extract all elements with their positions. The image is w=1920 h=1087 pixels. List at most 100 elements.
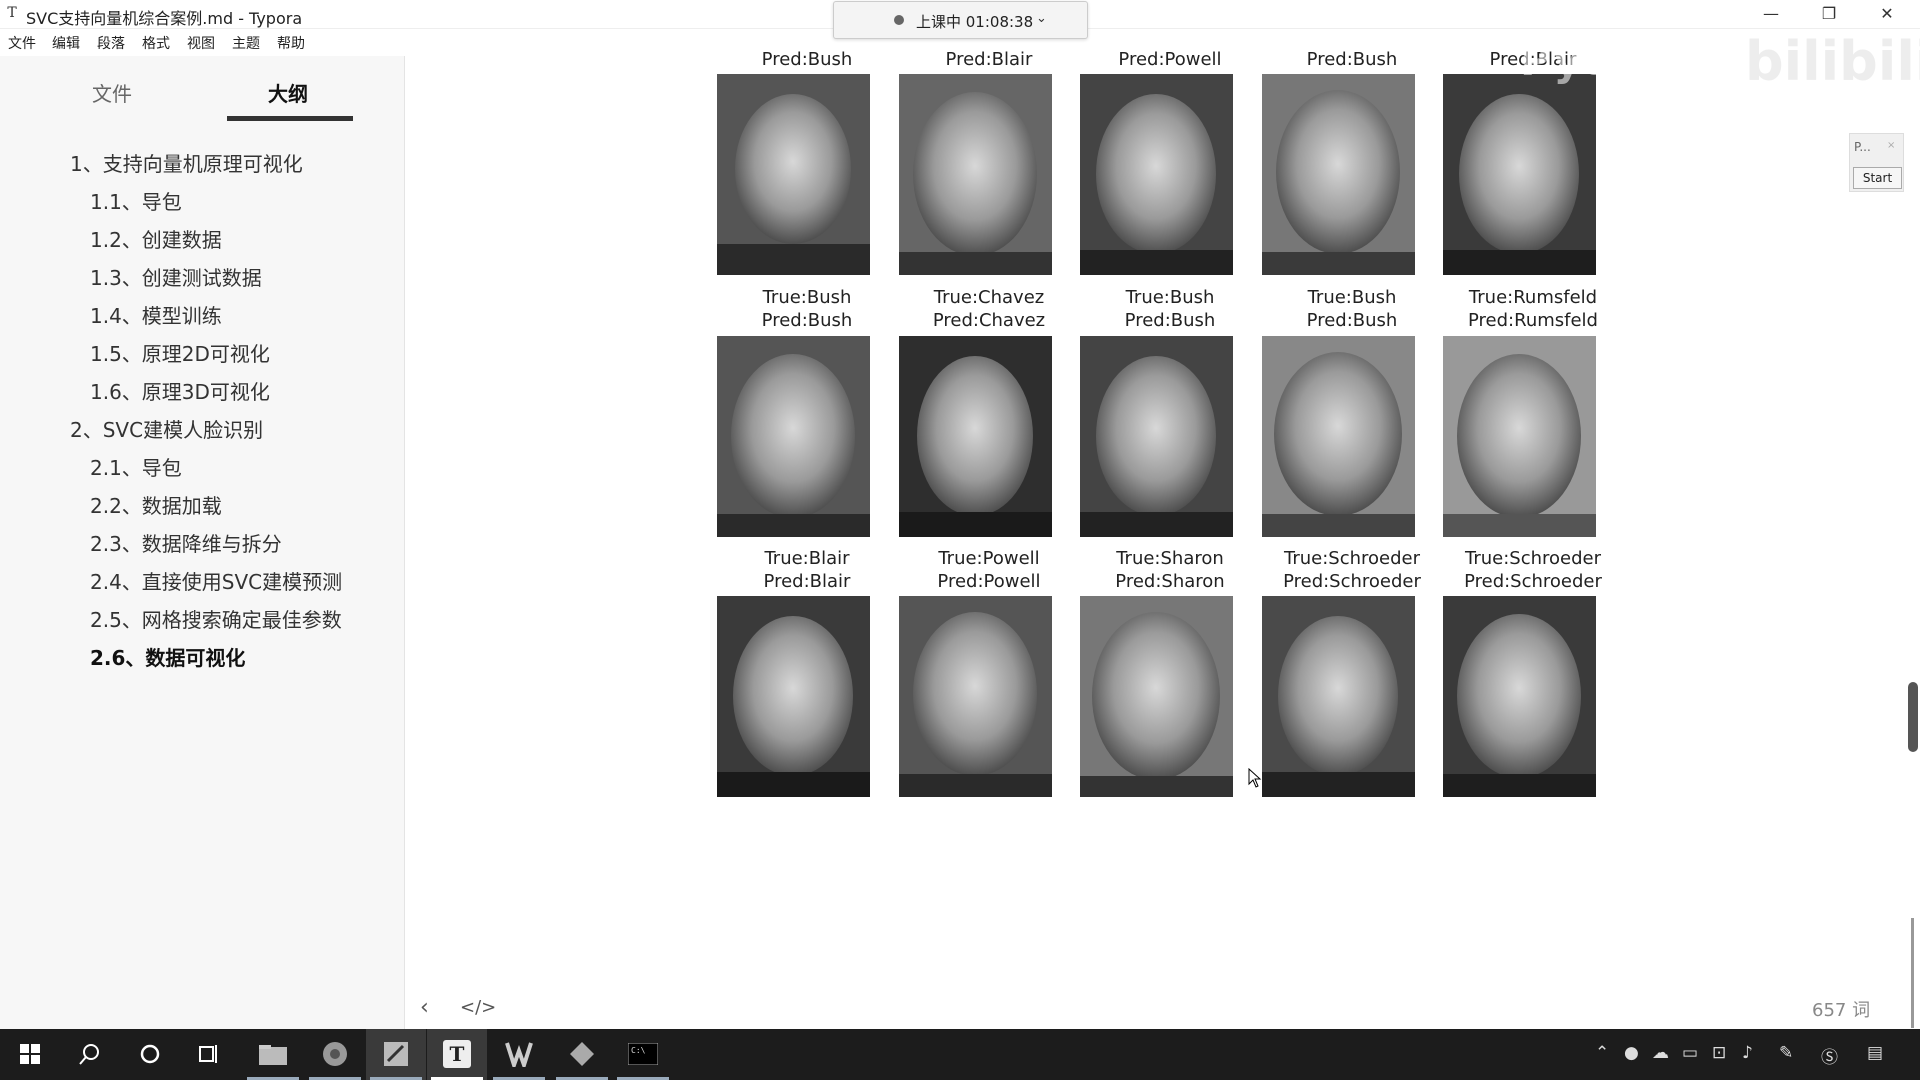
face-label: Pred:Bush — [1306, 49, 1398, 70]
watermark-text: Pyth — [1520, 36, 1637, 85]
recording-status-text: 上课中 01:08:38 — [916, 13, 1034, 31]
face-label: True:Bush Pred:Bush — [761, 287, 853, 331]
face-image — [1080, 596, 1233, 797]
network-icon[interactable]: ⊡ — [1712, 1043, 1726, 1063]
recording-status-pill[interactable]: 上课中 01:08:38 ⌄ — [833, 1, 1088, 39]
tab-files[interactable]: 文件 — [92, 78, 132, 107]
scrollbar-thumb[interactable] — [1908, 682, 1918, 752]
start-button[interactable]: Start — [1853, 167, 1902, 189]
tray-app-icon[interactable]: ● — [1624, 1043, 1639, 1063]
face-label: True:Sharon Pred:Sharon — [1115, 548, 1225, 592]
tab-outline[interactable]: 大纲 — [268, 78, 308, 107]
file-explorer-icon[interactable] — [243, 1029, 303, 1080]
outline-item[interactable]: 2.4、直接使用SVC建模预测 — [90, 566, 342, 595]
paint-icon[interactable] — [366, 1029, 426, 1080]
typora-app-icon: T — [7, 5, 17, 21]
mini-panel-title: P... — [1854, 140, 1871, 154]
face-prediction-grid: Pred:Bush Pred:Blair Pred:Powell Pred:Bu… — [715, 48, 1615, 798]
outline-item[interactable]: 1.3、创建测试数据 — [90, 262, 262, 291]
outline-item[interactable]: 1.1、导包 — [90, 186, 182, 215]
face-image — [1262, 74, 1415, 275]
outline-item[interactable]: 1.2、创建数据 — [90, 224, 222, 253]
menu-file[interactable]: 文件 — [8, 33, 36, 53]
svg-text:T: T — [450, 1042, 465, 1066]
active-tab-indicator — [227, 116, 353, 121]
face-label: True:Blair Pred:Blair — [763, 548, 851, 592]
outline-item[interactable]: 1.6、原理3D可视化 — [90, 376, 270, 405]
face-image — [899, 74, 1052, 275]
menu-view[interactable]: 视图 — [187, 33, 215, 53]
window-title: SVC支持向量机综合案例.md - Typora — [26, 9, 303, 28]
menu-help[interactable]: 帮助 — [277, 33, 305, 53]
menu-paragraph[interactable]: 段落 — [97, 33, 125, 53]
menu-edit[interactable]: 编辑 — [52, 33, 80, 53]
face-label: True:Schroeder Pred:Schroeder — [1464, 548, 1602, 592]
minimize-button[interactable]: — — [1748, 2, 1794, 26]
chrome-icon[interactable] — [305, 1029, 365, 1080]
chevron-down-icon[interactable]: ⌄ — [1036, 11, 1047, 26]
outline-item[interactable]: 2.2、数据加载 — [90, 490, 222, 519]
close-icon: ✕ — [1880, 4, 1894, 23]
mouse-cursor-icon — [1248, 768, 1262, 788]
close-icon[interactable]: × — [1887, 140, 1899, 152]
outline-item[interactable]: 1、支持向量机原理可视化 — [70, 148, 303, 177]
face-image — [717, 336, 870, 537]
chevron-left-icon[interactable]: ‹ — [420, 995, 429, 1020]
face-image — [717, 596, 870, 797]
outline-item[interactable]: 2.3、数据降维与拆分 — [90, 528, 282, 557]
vscode-icon[interactable] — [552, 1029, 612, 1080]
notification-icon[interactable]: ▤ — [1867, 1043, 1883, 1063]
maximize-button[interactable]: ❐ — [1806, 2, 1852, 26]
task-view-icon[interactable] — [180, 1029, 240, 1080]
pen-icon[interactable]: ✎ — [1779, 1043, 1793, 1063]
menu-bar: 文件 编辑 段落 格式 视图 主题 帮助 — [0, 30, 400, 54]
face-image — [1080, 336, 1233, 537]
typora-icon[interactable]: T — [427, 1029, 487, 1080]
ime-icon[interactable]: Ⓢ — [1821, 1043, 1838, 1068]
outline-item[interactable]: 2、SVC建模人脸识别 — [70, 414, 263, 443]
svg-text:C:\: C:\ — [631, 1046, 646, 1055]
wps-icon[interactable] — [489, 1029, 549, 1080]
face-image — [1080, 74, 1233, 275]
volume-icon[interactable]: ♪ — [1742, 1043, 1753, 1063]
face-image — [1262, 596, 1415, 797]
face-label: True:Rumsfeld Pred:Rumsfeld — [1468, 287, 1598, 331]
cortana-icon[interactable] — [120, 1029, 180, 1080]
face-image — [1443, 74, 1596, 275]
face-image — [1443, 336, 1596, 537]
word-count[interactable]: 657 词 — [1812, 996, 1870, 1022]
maximize-icon: ❐ — [1821, 4, 1837, 23]
face-image — [899, 596, 1052, 797]
face-image — [717, 74, 870, 275]
source-code-icon[interactable]: </> — [460, 997, 496, 1018]
outline-item[interactable]: 2.5、网格搜索确定最佳参数 — [90, 604, 342, 633]
chevron-up-icon[interactable]: ⌃ — [1595, 1043, 1609, 1063]
recording-dot-icon — [894, 15, 904, 25]
search-icon[interactable] — [60, 1029, 120, 1080]
menu-theme[interactable]: 主题 — [232, 33, 260, 53]
face-label: True:Schroeder Pred:Schroeder — [1283, 548, 1421, 592]
face-label: True:Chavez Pred:Chavez — [932, 287, 1046, 331]
terminal-icon[interactable]: C:\ — [613, 1029, 673, 1080]
battery-icon[interactable]: ▭ — [1682, 1043, 1698, 1063]
cloud-icon[interactable]: ☁ — [1652, 1043, 1669, 1063]
face-image — [1443, 596, 1596, 797]
menu-format[interactable]: 格式 — [142, 33, 170, 53]
taskbar: T C:\ ⌃ ● ☁ ▭ ⊡ ♪ ✎ Ⓢ ▤ — [0, 1029, 1920, 1080]
face-image — [1262, 336, 1415, 537]
bilibili-watermark: bilibili — [1745, 30, 1920, 93]
close-button[interactable]: ✕ — [1864, 2, 1910, 26]
minimize-icon: — — [1763, 4, 1779, 23]
face-label: Pred:Bush — [761, 49, 853, 70]
outline-item[interactable]: 2.1、导包 — [90, 452, 182, 481]
mini-recorder-panel: P... × Start — [1849, 133, 1904, 192]
outline-item[interactable]: 1.4、模型训练 — [90, 300, 222, 329]
scrollbar-position — [1911, 918, 1914, 1028]
face-image — [899, 336, 1052, 537]
outline-item-active[interactable]: 2.6、数据可视化 — [90, 642, 245, 671]
scrollbar[interactable] — [1906, 56, 1920, 1029]
outline-item[interactable]: 1.5、原理2D可视化 — [90, 338, 270, 367]
face-label: True:Powell Pred:Powell — [937, 548, 1041, 592]
windows-start-icon[interactable] — [0, 1029, 60, 1080]
face-label: True:Bush Pred:Bush — [1124, 287, 1216, 331]
